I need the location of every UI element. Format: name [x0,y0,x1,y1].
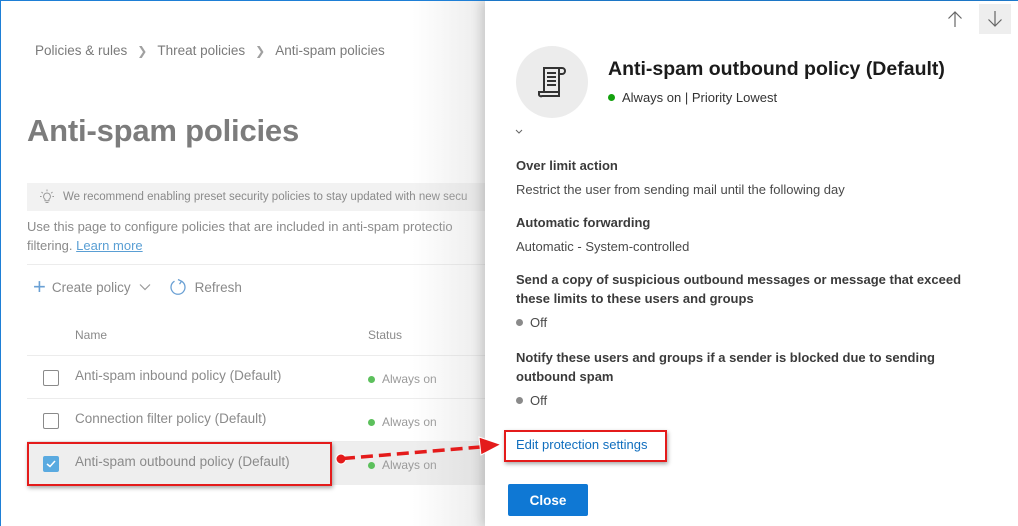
field-value: Off [516,313,986,332]
description-line-1: Use this page to configure policies that… [27,219,453,234]
status-dot-icon [368,418,375,426]
divider [27,264,485,265]
chevron-down-icon[interactable] [515,129,523,135]
refresh-label: Refresh [194,279,242,295]
refresh-icon [170,278,186,295]
status-badge: Always on [368,458,437,472]
field-value-text: Off [530,393,548,408]
policy-name[interactable]: Anti-spam outbound policy (Default) [75,454,290,469]
field-send-copy-suspicious: Send a copy of suspicious outbound messa… [516,270,986,332]
table-row-selected[interactable]: Anti-spam outbound policy (Default) Alwa… [27,442,485,485]
table-row[interactable]: Connection filter policy (Default) Alway… [27,399,485,442]
page-title: Anti-spam policies [27,113,300,148]
field-label: Over limit action [516,158,618,173]
toolbar: + Create policy Refresh [33,274,242,299]
status-dot-icon [368,461,375,469]
breadcrumb-policies-rules[interactable]: Policies & rules [35,43,127,58]
panel-title: Anti-spam outbound policy (Default) [608,58,945,80]
create-policy-button[interactable]: + Create policy [33,274,169,299]
previous-item-button[interactable] [941,5,969,33]
policy-details-panel: Anti-spam outbound policy (Default) Alwa… [485,1,1018,526]
recommendation-banner: We recommend enabling preset security po… [27,183,485,211]
description-line-2: filtering. [27,238,73,253]
scroll-document-icon [538,67,566,98]
field-value-text: Off [530,315,548,330]
learn-more-link[interactable]: Learn more [76,238,142,253]
edit-protection-settings-link[interactable]: Edit protection settings [516,437,648,452]
field-label: Automatic forwarding [516,215,651,230]
field-value: Restrict the user from sending mail unti… [516,182,845,197]
policy-name[interactable]: Anti-spam inbound policy (Default) [75,368,281,383]
chevron-down-icon [139,284,151,291]
status-dot-icon [516,319,523,326]
panel-subtitle: Always on | Priority Lowest [622,90,778,105]
row-checkbox[interactable] [43,370,59,386]
breadcrumb: Policies & rules ❯ Threat policies ❯ Ant… [35,43,385,58]
breadcrumb-anti-spam-policies: Anti-spam policies [275,43,385,58]
status-dot-icon [368,375,375,383]
chevron-right-icon: ❯ [137,43,148,58]
status-text: Always on [382,458,437,472]
arrow-down-icon [988,11,1002,27]
checkmark-icon [46,460,56,468]
status-badge: Always on [368,415,437,429]
close-button[interactable]: Close [508,484,588,516]
plus-icon: + [33,274,46,299]
table-header: Name Status [27,324,485,346]
field-label: Send a copy of suspicious outbound messa… [516,272,962,306]
arrow-up-icon [948,11,962,27]
row-checkbox[interactable] [43,413,59,429]
field-over-limit-action: Over limit action Restrict the user from… [516,156,986,199]
breadcrumb-threat-policies[interactable]: Threat policies [157,43,245,58]
status-text: Always on [382,372,437,386]
policy-name[interactable]: Connection filter policy (Default) [75,411,266,426]
table-row[interactable]: Anti-spam inbound policy (Default) Alway… [27,356,485,399]
field-notify-blocked-sender: Notify these users and groups if a sende… [516,348,986,410]
page-description: Use this page to configure policies that… [27,217,485,255]
column-header-name[interactable]: Name [75,328,107,342]
panel-status: Always on | Priority Lowest [608,90,777,105]
policy-avatar [516,46,588,118]
create-policy-label: Create policy [51,279,131,295]
next-item-button[interactable] [979,4,1011,34]
status-dot-icon [608,94,615,101]
status-text: Always on [382,415,437,429]
banner-text: We recommend enabling preset security po… [63,191,468,203]
anti-spam-policies-page: Policies & rules ❯ Threat policies ❯ Ant… [1,1,485,526]
status-badge: Always on [368,372,437,386]
row-checkbox-checked[interactable] [43,456,59,472]
lightbulb-icon [40,189,54,203]
column-header-status[interactable]: Status [368,328,402,342]
chevron-right-icon: ❯ [255,43,266,58]
refresh-button[interactable]: Refresh [169,278,242,296]
field-value: Off [516,391,986,410]
field-label: Notify these users and groups if a sende… [516,350,935,384]
field-value: Automatic - System-controlled [516,239,690,254]
status-dot-icon [516,397,523,404]
field-automatic-forwarding: Automatic forwarding Automatic - System-… [516,213,986,256]
